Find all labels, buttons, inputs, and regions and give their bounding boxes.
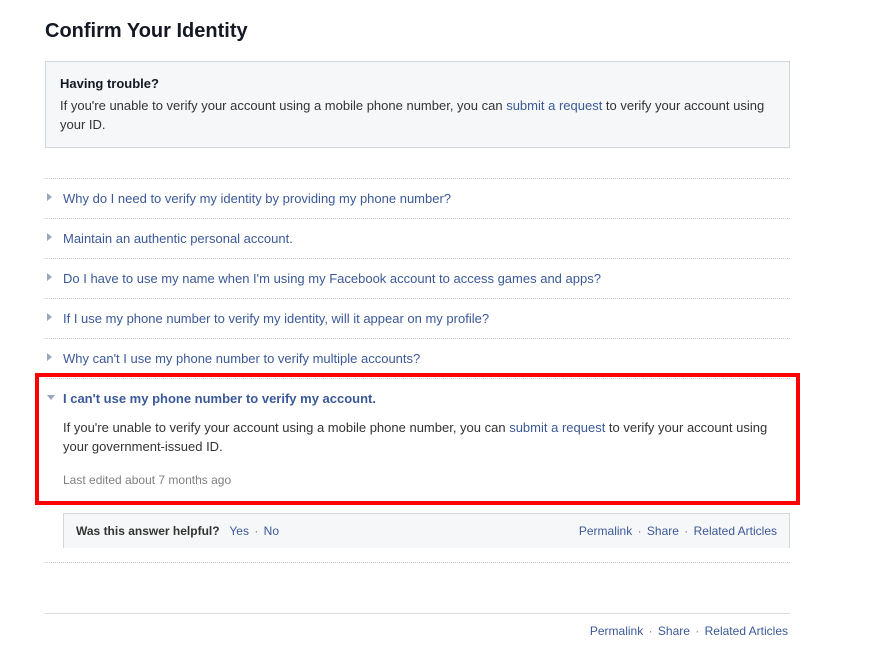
answer-text-before: If you're unable to verify your account … [63,420,509,435]
trouble-box: Having trouble? If you're unable to veri… [45,61,790,148]
trouble-title: Having trouble? [60,74,775,94]
helpful-no-link[interactable]: No [264,524,279,538]
separator: · [254,524,258,538]
separator: · [695,624,699,638]
faq-question[interactable]: Why do I need to verify my identity by p… [63,191,451,206]
faq-list: Why do I need to verify my identity by p… [45,178,790,563]
footer-links: Permalink · Share · Related Articles [45,614,790,658]
faq-last-edited: Last edited about 7 months ago [63,473,782,487]
trouble-text-before: If you're unable to verify your account … [60,98,506,113]
faq-item[interactable]: If I use my phone number to verify my id… [45,299,790,339]
permalink-link[interactable]: Permalink [579,524,632,538]
faq-item[interactable]: Why do I need to verify my identity by p… [45,179,790,219]
separator: · [649,624,653,638]
faq-question[interactable]: Maintain an authentic personal account. [63,231,293,246]
page-title: Confirm Your Identity [45,20,790,43]
faq-question-expanded[interactable]: I can't use my phone number to verify my… [63,391,376,406]
chevron-right-icon [47,313,52,321]
share-link[interactable]: Share [647,524,679,538]
faq-item[interactable]: Do I have to use my name when I'm using … [45,259,790,299]
submit-request-link-answer[interactable]: submit a request [509,420,605,435]
submit-request-link[interactable]: submit a request [506,98,602,113]
chevron-right-icon [47,193,52,201]
chevron-right-icon [47,233,52,241]
helpful-question: Was this answer helpful? [76,524,220,538]
separator: · [684,524,688,538]
highlighted-section: I can't use my phone number to verify my… [45,379,790,499]
separator: · [638,524,642,538]
chevron-right-icon [47,273,52,281]
related-articles-link[interactable]: Related Articles [694,524,777,538]
faq-question[interactable]: Do I have to use my name when I'm using … [63,271,601,286]
footer-share-link[interactable]: Share [658,624,690,638]
helpful-right-links: Permalink · Share · Related Articles [579,524,777,538]
trouble-body: If you're unable to verify your account … [60,96,775,135]
helpful-left: Was this answer helpful? Yes · No [76,524,279,538]
faq-item-expanded[interactable]: I can't use my phone number to verify my… [45,379,790,499]
helpful-yes-link[interactable]: Yes [229,524,249,538]
main-container: Confirm Your Identity Having trouble? If… [45,0,790,658]
dotted-divider [45,562,790,563]
chevron-down-icon [47,395,55,400]
footer-permalink-link[interactable]: Permalink [590,624,643,638]
chevron-right-icon [47,353,52,361]
faq-item[interactable]: Why can't I use my phone number to verif… [45,339,790,379]
helpful-box: Was this answer helpful? Yes · No Permal… [63,513,790,548]
faq-item[interactable]: Maintain an authentic personal account. [45,219,790,259]
faq-question[interactable]: If I use my phone number to verify my id… [63,311,489,326]
faq-answer-body: If you're unable to verify your account … [63,418,782,457]
footer-related-articles-link[interactable]: Related Articles [705,624,788,638]
faq-question[interactable]: Why can't I use my phone number to verif… [63,351,420,366]
